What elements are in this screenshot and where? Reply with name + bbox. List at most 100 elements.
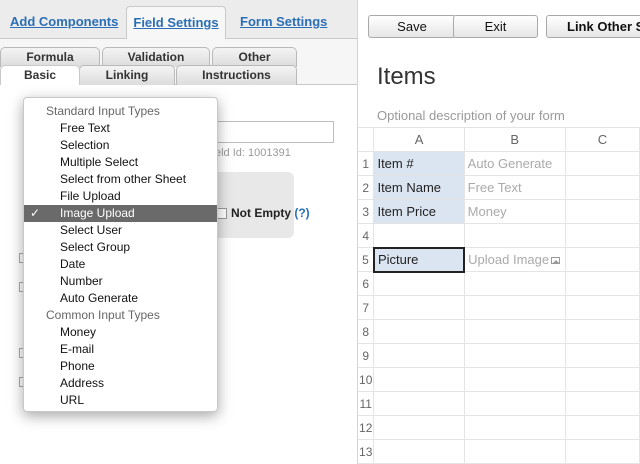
grid-row: 3 Item Price Money — [358, 199, 640, 224]
field-id-label: eld Id: 1001391 — [215, 147, 291, 159]
row-number: 6 — [358, 271, 375, 296]
empty-cell[interactable] — [463, 367, 566, 392]
validation-box — [210, 172, 294, 238]
empty-cell[interactable] — [463, 391, 566, 416]
subtab-formula[interactable]: Formula — [0, 47, 100, 67]
menu-item-free-text[interactable]: Free Text — [24, 120, 217, 137]
exit-button[interactable]: Exit — [453, 15, 538, 38]
empty-cell[interactable] — [564, 391, 640, 416]
not-empty-help-link[interactable]: (?) — [294, 206, 309, 220]
input-cell[interactable]: Free Text — [463, 175, 566, 200]
empty-cell[interactable] — [463, 415, 566, 440]
empty-cell[interactable] — [373, 391, 465, 416]
empty-cell[interactable] — [373, 367, 465, 392]
menu-item-image-upload[interactable]: ✓ Image Upload — [24, 205, 217, 222]
row-number: 5 — [358, 247, 375, 272]
row-number: 10 — [358, 367, 375, 392]
menu-item-selection[interactable]: Selection — [24, 137, 217, 154]
input-cell[interactable]: Upload Image — [463, 247, 566, 272]
empty-cell[interactable] — [564, 319, 640, 344]
row-number: 12 — [358, 415, 375, 440]
subtab-basic[interactable]: Basic — [0, 65, 80, 85]
input-type-dropdown-menu[interactable]: Standard Input Types Free Text Selection… — [23, 97, 218, 412]
empty-cell[interactable] — [463, 343, 566, 368]
not-empty-label: Not Empty (?) — [231, 206, 310, 220]
menu-group-standard: Standard Input Types — [46, 104, 160, 118]
empty-cell[interactable] — [564, 439, 640, 464]
column-header-row: A B C — [358, 127, 640, 152]
empty-cell[interactable] — [463, 295, 566, 320]
menu-item-date[interactable]: Date — [24, 256, 217, 273]
empty-cell[interactable] — [564, 223, 640, 248]
empty-cell[interactable] — [463, 271, 566, 296]
row-number: 9 — [358, 343, 375, 368]
grid-row: 7 — [358, 295, 640, 320]
empty-cell[interactable] — [463, 439, 566, 464]
empty-cell[interactable] — [564, 247, 640, 272]
menu-item-money[interactable]: Money — [24, 324, 217, 341]
subtab-other[interactable]: Other — [212, 47, 297, 67]
form-description[interactable]: Optional description of your form — [377, 108, 565, 123]
menu-item-multiple-select[interactable]: Multiple Select — [24, 154, 217, 171]
empty-cell[interactable] — [373, 319, 465, 344]
grid-row: 2 Item Name Free Text — [358, 175, 640, 200]
row-number: 7 — [358, 295, 375, 320]
tab-add-components[interactable]: Add Components — [2, 6, 126, 38]
corner-cell — [358, 127, 375, 152]
empty-cell[interactable] — [564, 271, 640, 296]
selected-label-cell[interactable]: Picture — [372, 246, 466, 273]
empty-cell[interactable] — [373, 223, 465, 248]
row-number: 2 — [358, 175, 375, 200]
empty-cell[interactable] — [373, 343, 465, 368]
form-editor: Save Exit Link Other S Items Optional de… — [358, 0, 640, 464]
empty-cell[interactable] — [564, 175, 640, 200]
label-cell[interactable]: Item Price — [373, 199, 465, 224]
empty-cell[interactable] — [373, 415, 465, 440]
empty-cell[interactable] — [373, 439, 465, 464]
empty-cell[interactable] — [373, 295, 465, 320]
subtab-instructions[interactable]: Instructions — [176, 65, 297, 85]
empty-cell[interactable] — [564, 151, 640, 176]
column-header-a[interactable]: A — [373, 127, 465, 152]
menu-item-auto-generate[interactable]: Auto Generate — [24, 290, 217, 307]
column-header-c[interactable]: C — [564, 127, 640, 152]
tab-field-settings[interactable]: Field Settings — [126, 6, 226, 39]
form-title[interactable]: Items — [377, 63, 436, 91]
empty-cell[interactable] — [564, 343, 640, 368]
empty-cell[interactable] — [463, 319, 566, 344]
input-cell[interactable]: Auto Generate — [463, 151, 566, 176]
grid-row: 1 Item # Auto Generate — [358, 151, 640, 176]
menu-item-label: Image Upload — [60, 206, 135, 220]
menu-item-select-group[interactable]: Select Group — [24, 239, 217, 256]
tab-form-settings[interactable]: Form Settings — [232, 6, 335, 38]
empty-cell[interactable] — [463, 223, 566, 248]
row-number: 3 — [358, 199, 375, 224]
empty-cell[interactable] — [564, 415, 640, 440]
field-name-input[interactable] — [212, 121, 334, 143]
menu-item-phone[interactable]: Phone — [24, 358, 217, 375]
link-other-sheet-button[interactable]: Link Other S — [546, 15, 640, 38]
menu-item-select-user[interactable]: Select User — [24, 222, 217, 239]
empty-cell[interactable] — [564, 295, 640, 320]
subtab-validation[interactable]: Validation — [102, 47, 210, 67]
menu-item-select-from-other-sheet[interactable]: Select from other Sheet — [24, 171, 217, 188]
menu-item-url[interactable]: URL — [24, 392, 217, 409]
subtab-linking[interactable]: Linking — [79, 65, 175, 85]
not-empty-text: Not Empty — [231, 206, 291, 220]
menu-item-number[interactable]: Number — [24, 273, 217, 290]
grid-row: 9 — [358, 343, 640, 368]
empty-cell[interactable] — [564, 367, 640, 392]
label-cell[interactable]: Item Name — [373, 175, 465, 200]
column-header-b[interactable]: B — [463, 127, 566, 152]
row-number: 4 — [358, 223, 375, 248]
label-cell[interactable]: Item # — [373, 151, 465, 176]
input-cell[interactable]: Money — [463, 199, 566, 224]
save-button[interactable]: Save — [368, 15, 456, 38]
empty-cell[interactable] — [373, 271, 465, 296]
row-number: 1 — [358, 151, 375, 176]
menu-item-email[interactable]: E-mail — [24, 341, 217, 358]
menu-item-address[interactable]: Address — [24, 375, 217, 392]
row-number: 8 — [358, 319, 375, 344]
menu-item-file-upload[interactable]: File Upload — [24, 188, 217, 205]
empty-cell[interactable] — [564, 199, 640, 224]
